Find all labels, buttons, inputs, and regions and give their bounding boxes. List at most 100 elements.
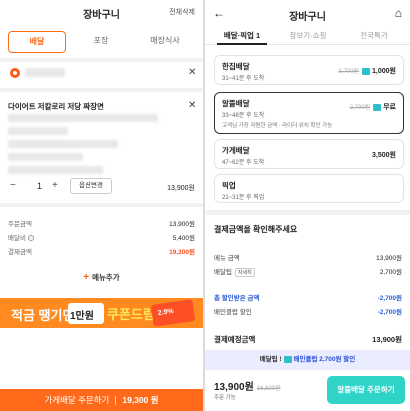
divider xyxy=(0,88,203,92)
info-icon[interactable]: i xyxy=(27,235,34,242)
category-tabs: 배달·픽업 1 장보기·쇼핑 전국특가 xyxy=(205,29,410,45)
option-name: 알뜰배달 xyxy=(222,99,250,108)
original-price: 3,700원 xyxy=(338,69,360,75)
option-text-redacted xyxy=(8,114,158,122)
original-price: 2,700원 xyxy=(349,105,371,111)
club-promo-bar: 배달팁 ! 배민클럽 2,700원 할인 xyxy=(205,350,410,370)
footer-note: 주문 가능 xyxy=(214,395,236,401)
row-label: 배달팁 xyxy=(214,269,232,276)
delivery-option-pickup[interactable]: 픽업 21~31분 후 픽업 xyxy=(214,174,404,203)
option-change-button[interactable]: 옵션변경 xyxy=(70,178,112,194)
row-label: 배민클럽 할인 xyxy=(214,309,252,316)
order-button[interactable]: 가게배달 주문하기 19,300 원 xyxy=(0,389,203,411)
home-icon[interactable]: ⌂ xyxy=(395,6,402,20)
minus-button[interactable]: − xyxy=(10,180,16,191)
address-radio[interactable] xyxy=(10,68,20,78)
order-button-price: 19,300 원 xyxy=(122,395,159,405)
promo-sep: ! xyxy=(279,356,284,363)
promo-prefix: 배달팁 xyxy=(259,356,278,363)
order-type-tabs: 배달 포장 매장식사 xyxy=(8,31,195,53)
plus-button[interactable]: + xyxy=(52,180,58,191)
tab-national-deals[interactable]: 전국특가 xyxy=(344,30,404,41)
clear-all-button[interactable]: 전체삭제 xyxy=(169,7,195,17)
option-text-redacted xyxy=(8,140,118,148)
row-label: 총 할인받은 금액 xyxy=(214,295,260,302)
divider xyxy=(115,396,117,406)
summary-row-total: 결제금액 19,300원 xyxy=(8,246,195,256)
add-menu-button[interactable]: + 메뉴추가 xyxy=(0,272,203,283)
row-value: -2,700원 xyxy=(377,309,402,316)
quantity-value: 1 xyxy=(37,181,43,191)
banner-text: 적금 땡기면 xyxy=(11,308,75,323)
option-text-redacted xyxy=(8,166,103,174)
tab-delivery[interactable]: 배달 xyxy=(8,31,66,53)
footer-original-price: 16,600원 xyxy=(256,386,281,392)
summary-value: 19,300원 xyxy=(169,249,195,256)
option-time: 31~41분 후 도착 xyxy=(222,76,265,82)
banner-card-text: 2.9% xyxy=(157,307,175,318)
plus-icon: + xyxy=(83,272,90,283)
summary-row-delivery: 배달비 i 5,400원 xyxy=(8,232,195,242)
option-price: 3,700원 1,000원 xyxy=(338,66,396,76)
tab-dine-in[interactable]: 매장식사 xyxy=(136,31,194,53)
delivery-option-store[interactable]: 가게배달 47~62분 후 도착 3,500원 xyxy=(214,139,404,169)
tab-takeout[interactable]: 포장 xyxy=(72,31,130,53)
section-title: 결제금액을 확인해주세요 xyxy=(214,225,298,234)
tab-delivery-pickup[interactable]: 배달·픽업 1 xyxy=(212,30,272,41)
footer-price: 13,900원 16,600원 xyxy=(214,378,281,393)
club-badge-icon xyxy=(373,103,382,111)
divider xyxy=(205,210,410,215)
order-button-label: 가게배달 주문하기 xyxy=(44,395,110,405)
option-time: 47~62분 후 도착 xyxy=(222,160,265,166)
delivery-option-saver[interactable]: 알뜰배달 33~48분 후 도착 2,700원 무료 고객님 가장 저렴한 금액 … xyxy=(214,92,404,134)
cart-screen-left: 장바구니 전체삭제 배달 포장 매장식사 ✕ 다이어트 저칼로리 저당 짜장면 … xyxy=(0,0,203,411)
page-title: 장바구니 xyxy=(289,12,326,23)
banner-card-image: 2.9% xyxy=(150,299,196,327)
option-description: 고객님 가장 저렴한 금액 · 라이더 위치 확인 가능 xyxy=(222,123,333,129)
footer-price-value: 13,900원 xyxy=(214,382,254,393)
promo-club: 배민클럽 xyxy=(293,356,318,363)
option-time: 33~48분 후 도착 xyxy=(222,113,265,119)
option-time: 21~31분 후 픽업 xyxy=(222,195,265,201)
delivery-option-single[interactable]: 한집배달 31~41분 후 도착 3,700원 1,000원 xyxy=(214,55,404,85)
row-value: -2,700원 xyxy=(377,295,402,302)
banner-coupon-text: 1만원 xyxy=(70,311,94,322)
address-text-redacted xyxy=(25,68,65,77)
club-badge-icon xyxy=(362,67,371,75)
total-label: 결제예정금액 xyxy=(214,335,256,344)
option-price: 2,700원 무료 xyxy=(350,102,396,112)
option-text-redacted xyxy=(8,127,68,135)
summary-row-order: 주문금액 13,900원 xyxy=(8,218,195,228)
cart-screen-right: ← 장바구니 ⌂ 배달·픽업 1 장보기·쇼핑 전국특가 한집배달 31~41분… xyxy=(205,0,410,411)
summary-label: 결제금액 xyxy=(8,249,32,256)
promo-banner[interactable]: 적금 땡기면 1만원 쿠폰드림! 2.9% xyxy=(0,298,203,328)
remove-item-icon[interactable]: ✕ xyxy=(188,100,196,111)
close-icon[interactable]: ✕ xyxy=(188,67,196,78)
option-name: 가게배달 xyxy=(222,146,250,155)
banner-coupon: 1만원 xyxy=(68,303,104,324)
row-menu-amount: 메뉴 금액 13,900원 xyxy=(214,252,402,262)
row-value: 2,700원 xyxy=(379,269,402,276)
details-button[interactable]: 자세히 xyxy=(234,268,255,277)
summary-value: 13,900원 xyxy=(169,221,195,228)
active-tab-indicator xyxy=(217,43,267,45)
row-label: 메뉴 금액 xyxy=(214,255,240,262)
tab-grocery[interactable]: 장보기·쇼핑 xyxy=(278,30,338,41)
row-value: 13,900원 xyxy=(376,255,402,262)
summary-value: 5,400원 xyxy=(172,235,195,242)
option-text-redacted xyxy=(8,153,83,161)
row-expected-total: 결제예정금액 13,900원 xyxy=(214,334,402,345)
header: 장바구니 전체삭제 xyxy=(0,0,203,28)
item-price: 13,900원 xyxy=(167,185,195,192)
option-name: 픽업 xyxy=(222,181,236,190)
option-price-value: 무료 xyxy=(383,104,396,111)
add-menu-label: 메뉴추가 xyxy=(92,273,120,282)
row-club-discount: 배민클럽 할인 -2,700원 xyxy=(214,306,402,316)
promo-amount: 2,700원 할인 xyxy=(319,356,356,363)
option-price-value: 1,000원 xyxy=(372,68,396,75)
summary-label: 주문금액 xyxy=(8,221,32,228)
saver-order-button[interactable]: 알뜰배달 주문하기 xyxy=(327,376,405,404)
divider xyxy=(0,58,203,62)
summary-label: 배달비 xyxy=(8,235,26,242)
total-value: 13,900원 xyxy=(372,335,402,344)
